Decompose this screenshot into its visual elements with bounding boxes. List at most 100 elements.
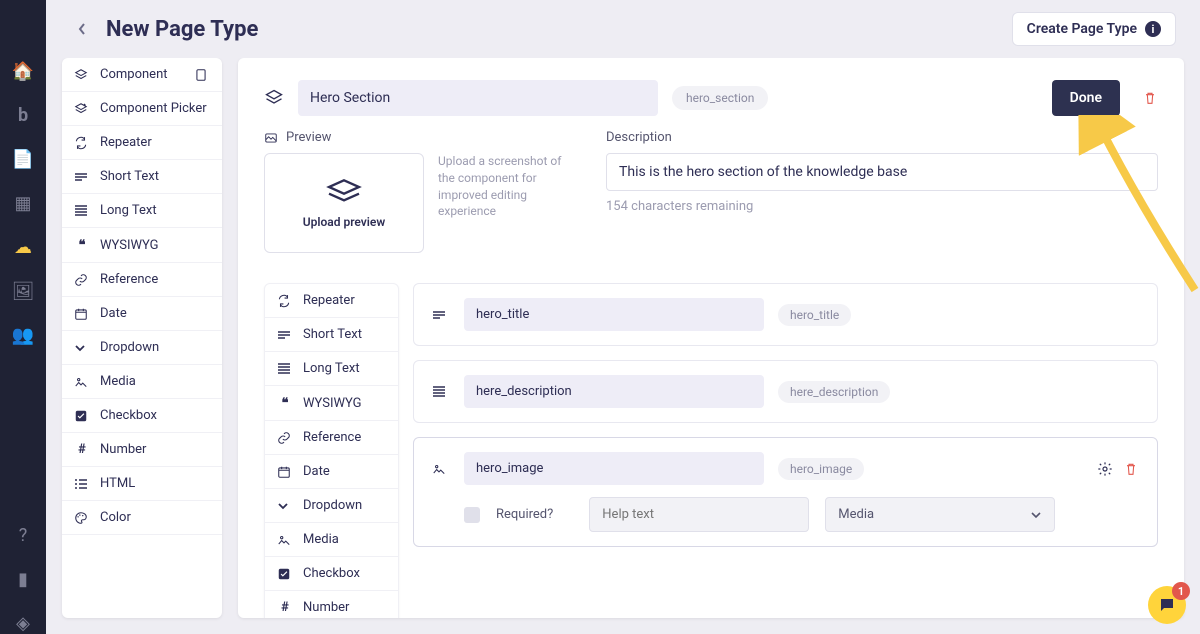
field-type-item[interactable]: ❝WYSIWYG [265,386,398,421]
description-input[interactable] [606,153,1158,191]
hash-icon: # [277,600,293,615]
field-type-item[interactable]: Long Text [62,194,222,228]
field-name-input[interactable] [464,298,764,331]
repeat-icon [74,136,90,150]
field-row[interactable]: hero_image Required? Media [413,437,1158,547]
component-name-input[interactable] [298,80,658,116]
chars-remaining: 154 characters remaining [606,199,1158,214]
layers-icon [74,68,90,82]
field-type-item[interactable]: Short Text [62,160,222,194]
chat-count: 1 [1172,582,1190,600]
field-type-item[interactable]: Reference [62,263,222,297]
field-type-item[interactable]: Component Picker [62,92,222,126]
list-icon [74,478,90,490]
nav-rail: 🏠 b 📄 ▦ ☁ 🖼 👥 ? ▮ ◈ [0,0,46,634]
page-title: New Page Type [106,17,258,42]
field-type-item[interactable]: Date [62,297,222,331]
users-icon[interactable]: 👥 [12,324,34,346]
field-slug: hero_title [778,304,851,326]
create-page-type-button[interactable]: Create Page Type i [1012,12,1176,46]
field-type-item[interactable]: Reference [265,421,398,455]
field-types-panel: ComponentComponent PickerRepeaterShort T… [62,58,222,618]
chev-icon [277,500,293,512]
layers-icon [264,88,284,108]
hash-icon: # [74,442,90,457]
upload-preview-box[interactable]: Upload preview [264,153,424,253]
field-type-item[interactable]: Component [62,58,222,92]
check-icon [74,409,90,423]
upload-hint: Upload a screenshot of the component for… [438,153,578,253]
check-icon [277,567,293,581]
image-icon[interactable]: 🖼 [12,280,34,302]
quote-icon: ❝ [74,237,90,253]
short-icon [432,310,450,320]
field-type-select[interactable]: Media [825,497,1055,532]
field-type-item[interactable]: Media [62,365,222,399]
field-slug: here_description [778,381,890,403]
img-icon [277,534,293,546]
components-icon[interactable]: ☁ [12,236,34,258]
field-type-item[interactable]: Repeater [265,284,398,318]
gear-icon[interactable] [1097,461,1113,477]
field-type-item[interactable]: #Number [62,433,222,467]
long-icon [432,386,450,398]
field-type-item[interactable]: HTML [62,467,222,501]
chat-widget[interactable]: 1 [1148,586,1186,624]
field-type-item[interactable]: #Number [265,591,398,618]
field-type-item[interactable]: Checkbox [265,557,398,591]
field-type-item[interactable]: Dropdown [62,331,222,365]
layers-icon[interactable]: ◈ [12,612,34,634]
chevron-down-icon [1030,509,1042,521]
blog-icon[interactable]: b [12,104,34,126]
repeat-icon [277,294,293,308]
inner-types-panel: RepeaterShort TextLong Text❝WYSIWYGRefer… [264,283,399,618]
short-icon [277,330,293,340]
field-row[interactable]: here_description [413,360,1158,423]
quote-icon: ❝ [277,395,293,411]
img-icon [74,376,90,388]
link-icon [277,431,293,445]
field-type-item[interactable]: ❝WYSIWYG [62,228,222,263]
help-icon[interactable]: ? [12,524,34,546]
book-icon [194,68,210,82]
link-icon [74,273,90,287]
cal-icon [277,465,293,479]
preview-label: Preview [264,130,578,145]
delete-icon[interactable] [1142,90,1158,106]
field-type-item[interactable]: Date [265,455,398,489]
field-type-item[interactable]: Checkbox [62,399,222,433]
field-row[interactable]: hero_title [413,283,1158,346]
chev-icon [74,342,90,354]
field-type-item[interactable]: Dropdown [265,489,398,523]
field-type-item[interactable]: Short Text [265,318,398,352]
palette-icon [74,511,90,525]
grid-icon[interactable]: ▦ [12,192,34,214]
info-icon: i [1145,21,1161,37]
home-icon[interactable]: 🏠 [12,60,34,82]
delete-icon[interactable] [1123,461,1139,477]
field-slug: hero_image [778,458,864,480]
back-button[interactable] [70,17,94,41]
book-icon[interactable]: ▮ [12,568,34,590]
done-button[interactable]: Done [1052,80,1120,116]
field-type-item[interactable]: Long Text [265,352,398,386]
long-icon [74,205,90,217]
required-label: Required? [496,507,553,522]
file-icon[interactable]: 📄 [12,148,34,170]
field-type-item[interactable]: Color [62,501,222,535]
img-icon [432,463,450,475]
short-icon [74,172,90,182]
cal-icon [74,307,90,321]
layers-plus-icon [74,102,90,116]
field-name-input[interactable] [464,375,764,408]
field-type-item[interactable]: Media [265,523,398,557]
help-text-input[interactable] [589,497,809,532]
component-slug: hero_section [672,86,768,110]
component-card: hero_section Done Preview Upload previe [238,58,1184,618]
field-type-item[interactable]: Repeater [62,126,222,160]
field-name-input[interactable] [464,452,764,485]
topbar: New Page Type Create Page Type i [46,0,1200,58]
description-label: Description [606,130,1158,145]
long-icon [277,363,293,375]
required-checkbox[interactable] [464,507,480,523]
